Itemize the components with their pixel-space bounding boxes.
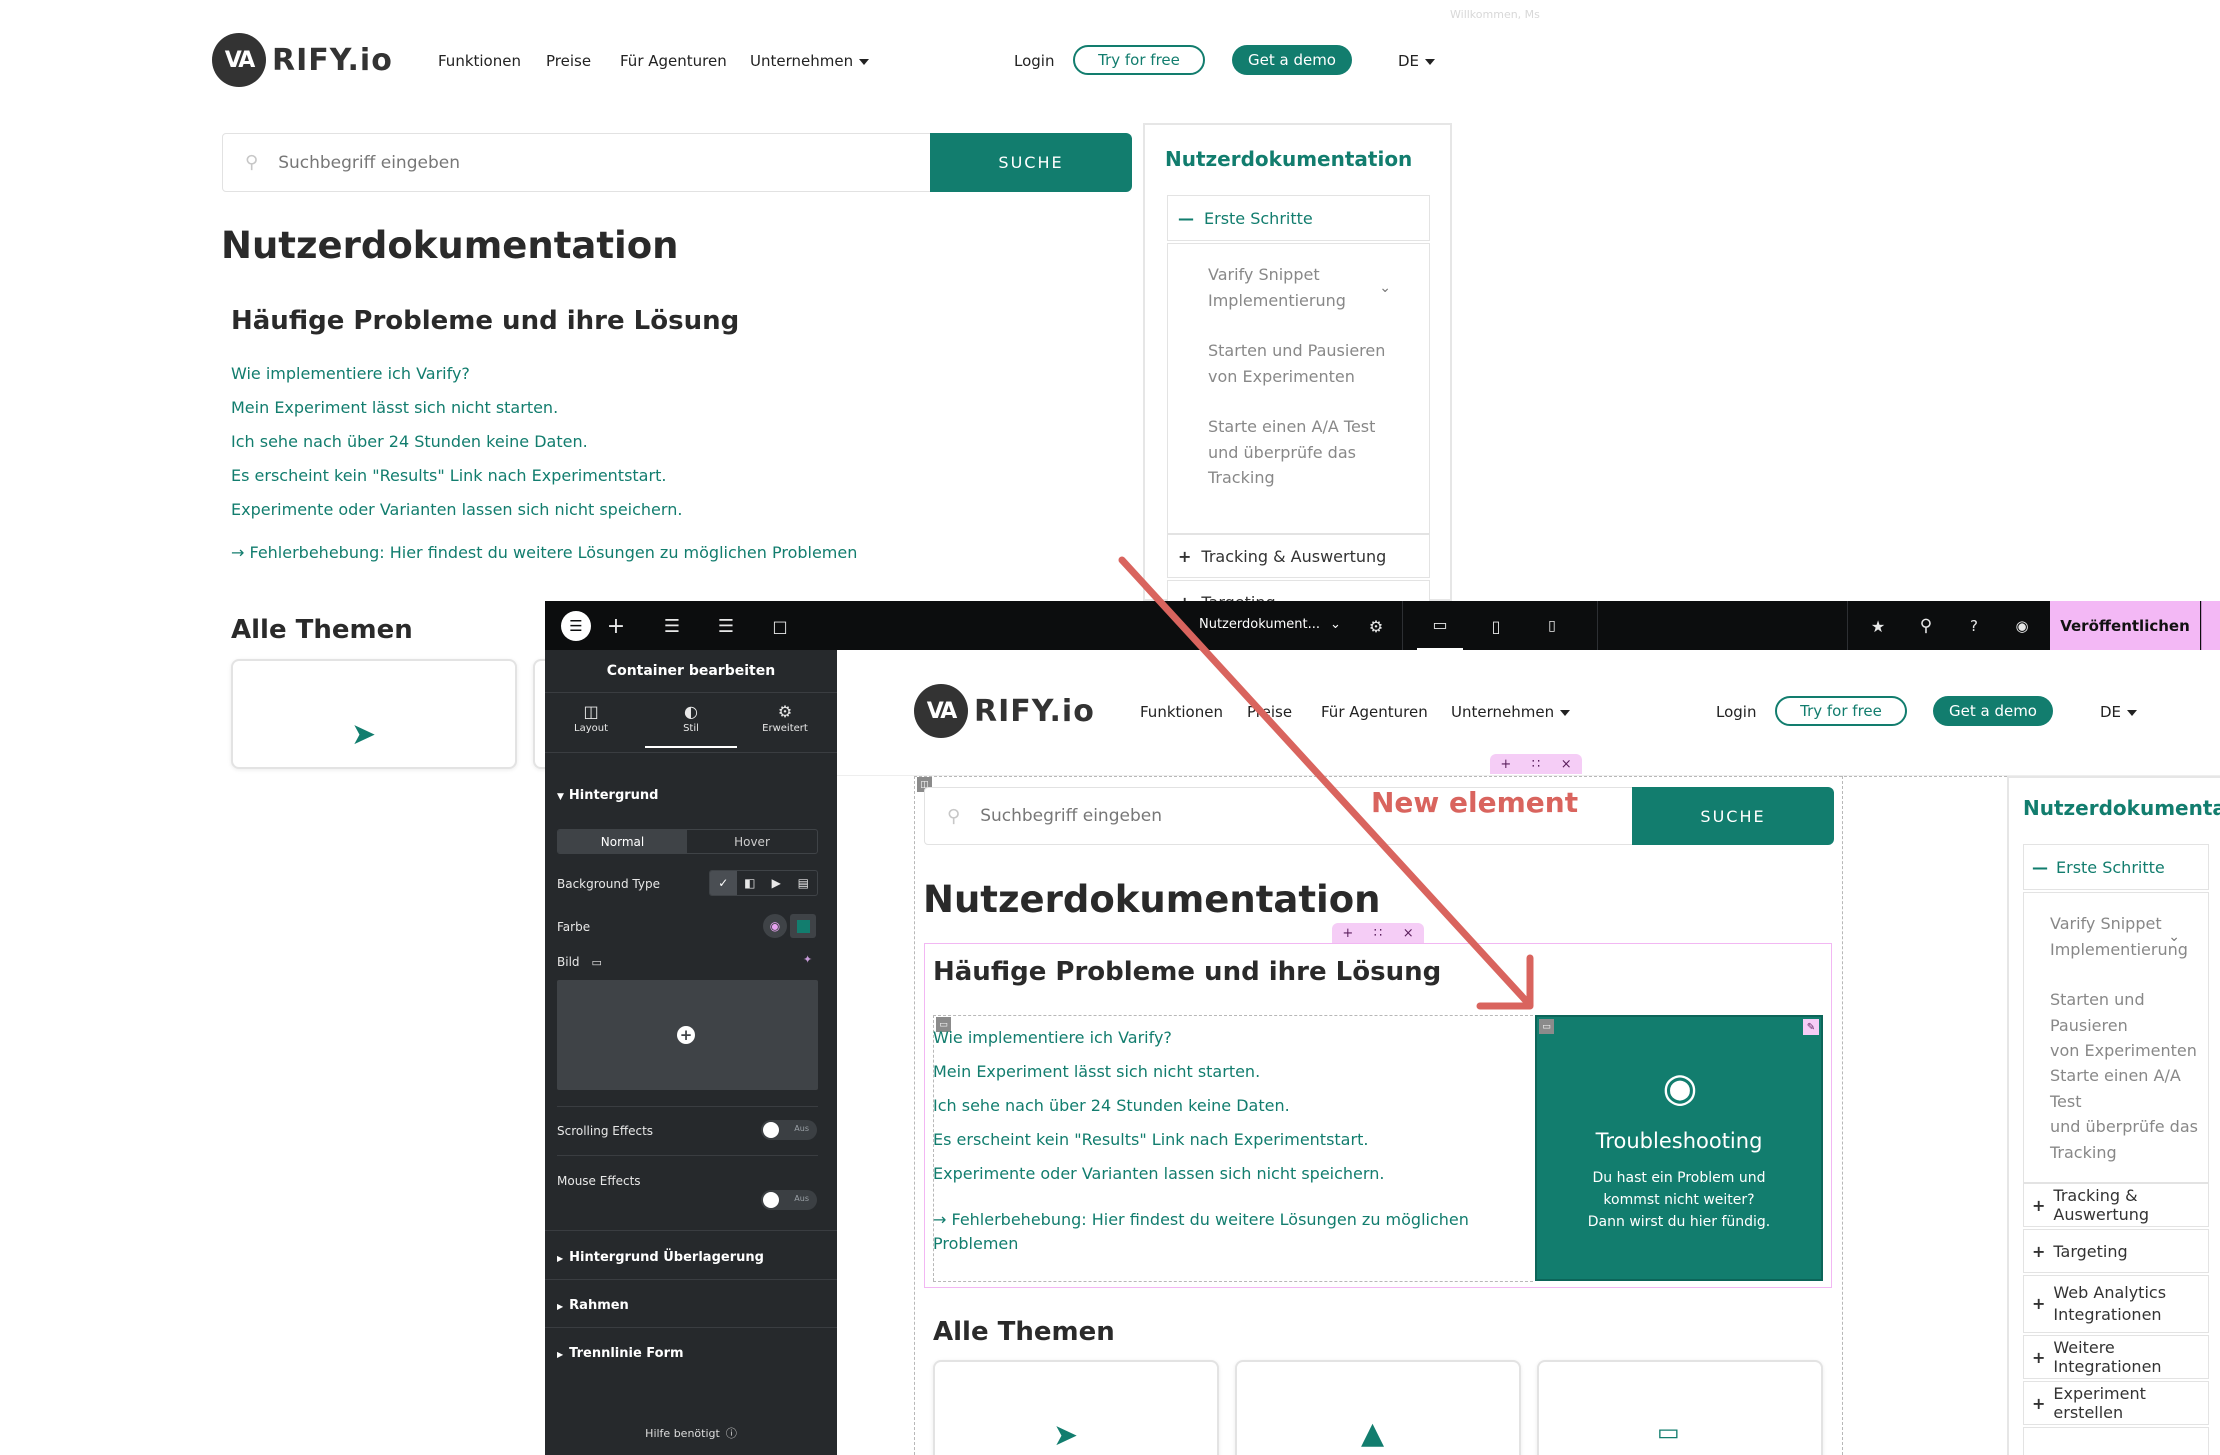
annotation-arrow	[1118, 556, 1534, 1010]
